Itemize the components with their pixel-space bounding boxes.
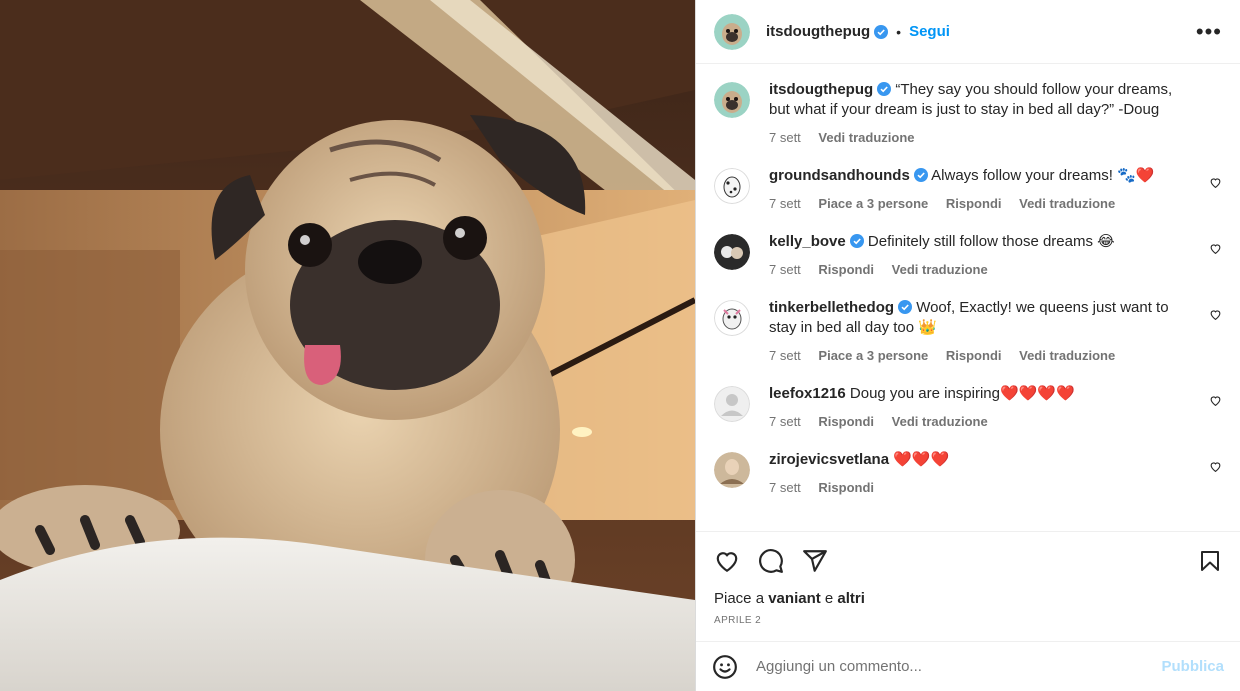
person-avatar-image [714,452,750,488]
like-comment-heart-icon[interactable] [1209,176,1222,189]
likes-prefix: Piace a [714,590,765,607]
comment-username[interactable]: groundsandhounds [769,167,910,184]
post-side-panel: itsdougthepug • Segui ••• itsdougthepug … [695,0,1240,691]
like-comment-heart-icon[interactable] [1209,394,1222,407]
comment-time[interactable]: 7 sett [769,480,801,495]
pug-photo-illustration [0,0,695,691]
post-actions: Piace a vaniant e altri APRILE 2 [696,531,1240,641]
comment-item: tinkerbellethedog Woof, Exactly! we quee… [714,298,1222,366]
verified-badge-icon [849,234,864,248]
pug-avatar-image [714,13,750,50]
publish-button[interactable]: Pubblica [1161,658,1224,675]
translate-link[interactable]: Vedi traduzione [892,414,988,429]
verified-badge-icon [874,24,889,39]
verified-badge-icon [913,168,928,182]
author-username[interactable]: itsdougthepug [766,23,870,40]
likes-summary: Piace a vaniant e altri [714,590,1222,607]
default-user-avatar-icon [714,386,750,422]
author-avatar[interactable] [714,13,750,50]
comment-time[interactable]: 7 sett [769,348,801,363]
comment-likes-link[interactable]: Piace a 3 persone [818,196,928,211]
likes-others-link[interactable]: altri [837,590,865,607]
emoji-smiley-icon[interactable] [712,654,738,680]
caption-username[interactable]: itsdougthepug [769,81,873,98]
dog-avatar-image [714,300,750,336]
comment-username[interactable]: leefox1216 [769,385,846,402]
comment-username[interactable]: kelly_bove [769,233,846,250]
comment-username[interactable]: tinkerbellethedog [769,299,894,316]
action-icons-row [714,544,1222,578]
dogs-avatar-image [714,234,750,270]
translate-link[interactable]: Vedi traduzione [1019,196,1115,211]
comments-list[interactable]: itsdougthepug “They say you should follo… [696,64,1240,531]
comment-bubble-icon[interactable] [758,548,784,574]
caption-time[interactable]: 7 sett [769,130,801,145]
post-header: itsdougthepug • Segui ••• [696,0,1240,64]
post-photo[interactable] [0,0,695,691]
comment-item: leefox1216 Doug you are inspiring❤️❤️❤️❤… [714,384,1222,432]
post-caption: itsdougthepug “They say you should follo… [714,80,1222,148]
comment-text: Doug you are inspiring❤️❤️❤️❤️ [849,385,1075,402]
comment-input[interactable] [756,658,1162,675]
comment-time[interactable]: 7 sett [769,196,801,211]
post-dialog: itsdougthepug • Segui ••• itsdougthepug … [0,0,1240,691]
verified-badge-icon [898,300,913,314]
save-bookmark-icon[interactable] [1198,548,1222,574]
reply-button[interactable]: Rispondi [946,348,1002,363]
reply-button[interactable]: Rispondi [818,480,874,495]
caption-translate-link[interactable]: Vedi traduzione [818,130,914,145]
like-comment-heart-icon[interactable] [1209,460,1222,473]
commenter-avatar[interactable] [714,386,750,422]
likes-user-link[interactable]: vaniant [768,590,821,607]
comment-time[interactable]: 7 sett [769,414,801,429]
post-date[interactable]: APRILE 2 [714,615,1222,626]
like-comment-heart-icon[interactable] [1209,242,1222,255]
comment-item: kelly_bove Definitely still follow those… [714,232,1222,280]
verified-badge-icon [877,82,892,96]
comment-item: zirojevicsvetlana ❤️❤️❤️ 7 sett Rispondi [714,450,1222,498]
translate-link[interactable]: Vedi traduzione [1019,348,1115,363]
commenter-avatar[interactable] [714,300,750,336]
more-options-icon[interactable]: ••• [1196,20,1222,43]
commenter-avatar[interactable] [714,452,750,488]
reply-button[interactable]: Rispondi [818,262,874,277]
like-heart-icon[interactable] [714,548,740,574]
share-send-icon[interactable] [802,548,828,574]
caption-avatar[interactable] [714,82,750,118]
pug-avatar-image [714,82,750,118]
reply-button[interactable]: Rispondi [946,196,1002,211]
comment-text: Definitely still follow those dreams 😂 [867,233,1115,250]
commenter-avatar[interactable] [714,168,750,204]
comment-time[interactable]: 7 sett [769,262,801,277]
commenter-avatar[interactable] [714,234,750,270]
likes-join: e [824,590,834,607]
comment-item: groundsandhounds Always follow your drea… [714,166,1222,214]
comment-text: ❤️❤️❤️ [893,451,950,468]
reply-button[interactable]: Rispondi [818,414,874,429]
translate-link[interactable]: Vedi traduzione [892,262,988,277]
comment-likes-link[interactable]: Piace a 3 persone [818,348,928,363]
comment-username[interactable]: zirojevicsvetlana [769,451,889,468]
like-comment-heart-icon[interactable] [1209,308,1222,321]
comment-text: Always follow your dreams! 🐾❤️ [931,167,1155,184]
header-separator: • [896,23,902,40]
comment-composer: Pubblica [696,641,1240,691]
follow-button[interactable]: Segui [909,23,950,40]
dalmatian-avatar-image [714,168,750,204]
